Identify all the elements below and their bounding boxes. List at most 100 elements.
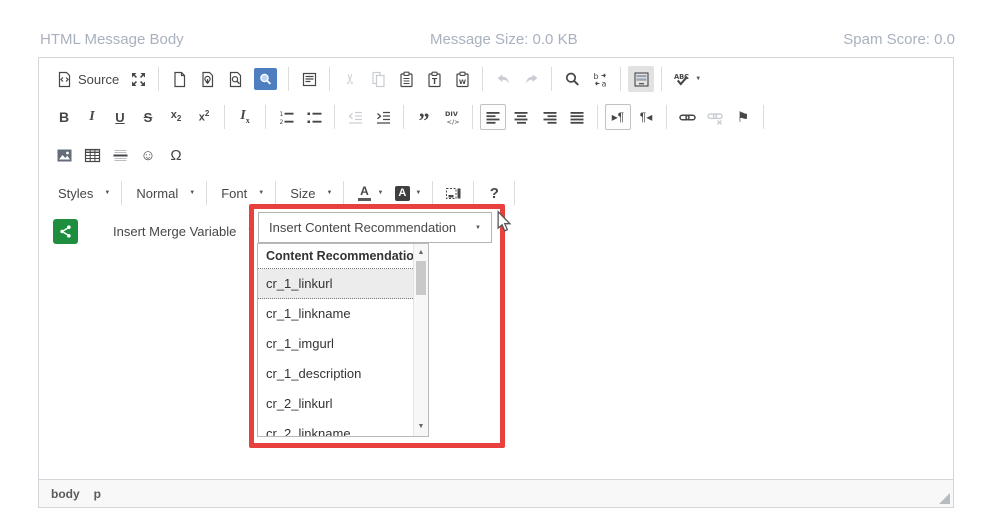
search-blue-button[interactable] <box>250 66 281 92</box>
unlink-icon <box>706 108 724 126</box>
dropdown-item[interactable]: cr_1_imgurl <box>258 329 413 359</box>
table-button[interactable] <box>79 142 105 168</box>
templates-icon <box>300 70 318 88</box>
dropdown-scrollbar[interactable]: ▲ ▼ <box>413 244 428 436</box>
remove-format-button[interactable]: Ix <box>232 104 258 130</box>
format-combo[interactable]: Normal▼ <box>129 180 199 206</box>
toolbar-separator <box>432 181 433 205</box>
svg-text:DIV: DIV <box>445 110 458 118</box>
image-icon <box>55 146 73 164</box>
align-left-button[interactable] <box>480 104 506 130</box>
paste-button[interactable] <box>393 66 419 92</box>
find-button[interactable] <box>559 66 585 92</box>
new-page-button[interactable] <box>166 66 192 92</box>
numbered-list-button[interactable]: 12 <box>273 104 299 130</box>
underline-button[interactable]: U <box>107 104 133 130</box>
print-button[interactable] <box>194 66 220 92</box>
superscript-button[interactable]: x2 <box>191 104 217 130</box>
cut-button[interactable]: ✂ <box>337 66 363 92</box>
insert-merge-variable-combo[interactable]: Insert Merge Variable ▼ <box>106 218 257 244</box>
scroll-thumb[interactable] <box>416 261 426 295</box>
toolbar-separator <box>329 67 330 91</box>
link-button[interactable] <box>674 104 700 130</box>
preview-button[interactable] <box>222 66 248 92</box>
source-button[interactable]: Source <box>51 66 123 92</box>
strike-icon: S <box>139 108 157 126</box>
paste-text-button[interactable]: T <box>421 66 447 92</box>
toolbar-separator <box>275 181 276 205</box>
element-path-p[interactable]: p <box>94 487 101 501</box>
indent-button[interactable] <box>370 104 396 130</box>
toolbar-separator <box>265 105 266 129</box>
page-title: HTML Message Body <box>40 31 184 48</box>
spellcheck-button[interactable]: ABC▼ <box>669 66 705 92</box>
bidi-ltr-button[interactable]: ▸¶ <box>605 104 631 130</box>
styles-combo[interactable]: Styles▼ <box>51 180 114 206</box>
dropdown-item[interactable]: cr_1_description <box>258 359 413 389</box>
image-button[interactable] <box>51 142 77 168</box>
font-combo[interactable]: Font▼ <box>214 180 268 206</box>
dropdown-item[interactable]: cr_1_linkname <box>258 299 413 329</box>
blockquote-icon: ” <box>415 108 433 126</box>
unlink-button[interactable] <box>702 104 728 130</box>
svg-text:2: 2 <box>279 119 283 126</box>
blockquote-button[interactable]: ” <box>411 104 437 130</box>
find-icon <box>563 70 581 88</box>
templates-button[interactable] <box>296 66 322 92</box>
bidi-rtl-button[interactable]: ¶◂ <box>633 104 659 130</box>
redo-button[interactable] <box>518 66 544 92</box>
align-justify-icon <box>568 108 586 126</box>
select-all-button[interactable] <box>628 66 654 92</box>
align-center-button[interactable] <box>508 104 534 130</box>
svg-text:b: b <box>593 72 598 81</box>
dropdown-item[interactable]: cr_2_linkurl <box>258 389 413 419</box>
about-button[interactable]: ? <box>481 180 507 206</box>
resize-handle[interactable] <box>939 493 950 504</box>
caret-down-icon: ▼ <box>247 228 253 234</box>
scroll-up-icon[interactable]: ▲ <box>414 246 428 260</box>
toolbar-separator <box>343 181 344 205</box>
italic-button[interactable]: I <box>79 104 105 130</box>
size-combo[interactable]: Size▼ <box>283 180 336 206</box>
align-justify-button[interactable] <box>564 104 590 130</box>
size-combo-label: Size <box>290 186 315 201</box>
dropdown-item[interactable]: cr_2_linkname <box>258 419 413 437</box>
font-combo-label: Font <box>221 186 247 201</box>
align-right-button[interactable] <box>536 104 562 130</box>
styles-combo-label: Styles <box>58 186 93 201</box>
share-button[interactable] <box>53 219 78 244</box>
show-blocks-icon <box>444 184 462 202</box>
share-icon <box>58 224 73 239</box>
toolbar-separator <box>551 67 552 91</box>
paste-word-button[interactable]: W <box>449 66 475 92</box>
dropdown-item[interactable]: cr_1_linkurl <box>258 269 413 299</box>
italic-icon: I <box>83 108 101 126</box>
insert-content-recommendation-combo[interactable]: Insert Content Recommendation ▼ <box>258 212 492 243</box>
special-char-button[interactable]: Ω <box>163 142 189 168</box>
maximize-button[interactable] <box>125 66 151 92</box>
show-blocks-button[interactable] <box>440 180 466 206</box>
horizontal-line-button[interactable] <box>107 142 133 168</box>
bold-button[interactable]: B <box>51 104 77 130</box>
smiley-button[interactable]: ☺ <box>135 142 161 168</box>
element-path-body[interactable]: body <box>51 487 80 501</box>
text-color-button[interactable]: A▼ <box>351 180 387 206</box>
strike-button[interactable]: S <box>135 104 161 130</box>
undo-button[interactable] <box>490 66 516 92</box>
subscript-button[interactable]: x2 <box>163 104 189 130</box>
div-container-button[interactable]: DIV</> <box>439 104 465 130</box>
bulleted-list-icon <box>305 108 323 126</box>
bg-color-button[interactable]: A▼ <box>389 180 425 206</box>
subscript-icon: x2 <box>167 108 185 126</box>
replace-button[interactable]: ba <box>587 66 613 92</box>
copy-button[interactable] <box>365 66 391 92</box>
bulleted-list-button[interactable] <box>301 104 327 130</box>
editor-content-area[interactable] <box>39 250 953 479</box>
caret-down-icon: ▼ <box>695 76 701 82</box>
html-editor: Source ✂ TWba ABC▼ BIUSx2 x2 Ix 12 ” DIV</> ▸¶¶◂ ⚑ ☺… <box>38 57 954 508</box>
outdent-button[interactable] <box>342 104 368 130</box>
new-page-icon <box>170 70 188 88</box>
scroll-down-icon[interactable]: ▼ <box>414 420 428 434</box>
anchor-button[interactable]: ⚑ <box>730 104 756 130</box>
text-color-icon: A <box>355 184 373 202</box>
